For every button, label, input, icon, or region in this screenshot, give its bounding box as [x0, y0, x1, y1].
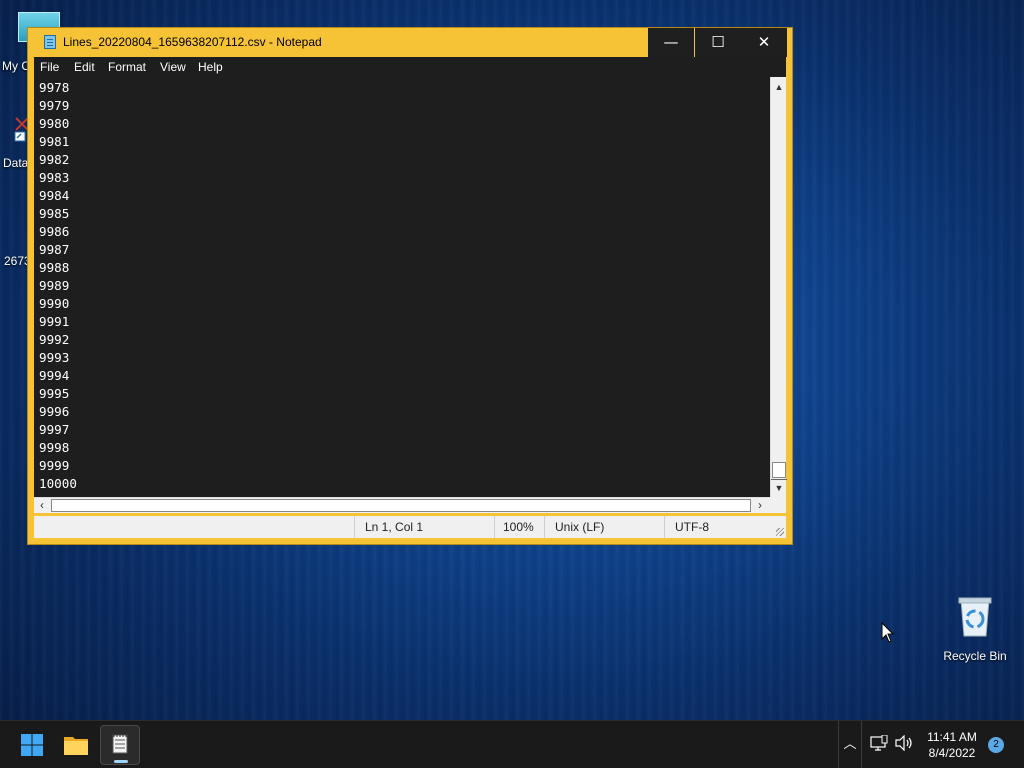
mouse-cursor-icon	[881, 622, 895, 643]
start-button[interactable]	[12, 725, 52, 765]
menu-bar: File Edit Format View Help	[34, 57, 786, 77]
text-line: 9981	[39, 134, 70, 149]
text-line: 9994	[39, 368, 70, 383]
text-line: 9988	[39, 260, 70, 275]
maximize-button[interactable]: ☐	[695, 28, 741, 57]
close-icon: ✕	[757, 33, 771, 51]
show-hidden-icons-button[interactable]: ︿	[838, 721, 862, 768]
text-line: 9997	[39, 422, 70, 437]
desktop-icon-label: Data	[3, 156, 29, 170]
menu-edit[interactable]: Edit	[74, 60, 95, 74]
status-line-ending: Unix (LF)	[544, 516, 664, 538]
text-line: 9999	[39, 458, 70, 473]
clock-date: 8/4/2022	[928, 746, 976, 760]
file-explorer-icon	[64, 737, 88, 755]
clock-time: 11:41 AM	[927, 730, 977, 744]
desktop-icon-label: Recycle Bin	[943, 649, 1007, 663]
text-content: 9978 9979 9980 9981 9982 9983 9984 9985 9986 9987…	[39, 79, 77, 493]
text-line: 10000	[39, 476, 77, 491]
text-line: 9980	[39, 116, 70, 131]
text-line: 9978	[39, 80, 70, 95]
scrollbar-corner	[770, 497, 786, 513]
status-zoom: 100%	[494, 516, 544, 538]
vertical-scrollbar[interactable]: ▲ ▼	[770, 77, 787, 497]
resize-grip-icon[interactable]	[776, 528, 784, 536]
minimize-icon: —	[663, 33, 679, 51]
desktop-icon-label: My C	[2, 59, 30, 73]
active-indicator	[114, 760, 128, 763]
text-line: 9984	[39, 188, 70, 203]
text-line: 9983	[39, 170, 70, 185]
scroll-right-icon[interactable]: ›	[752, 498, 768, 514]
horizontal-scroll-thumb[interactable]	[51, 499, 751, 512]
text-line: 9985	[39, 206, 70, 221]
network-icon[interactable]	[870, 735, 888, 751]
taskbar: ︿ 11:41 AM 8/4/2022 2	[0, 720, 1024, 768]
text-line: 9998	[39, 440, 70, 455]
horizontal-scrollbar[interactable]: ‹ ›	[34, 497, 770, 513]
title-bar[interactable]: Lines_20220804_1659638207112.csv - Notep…	[28, 28, 792, 57]
menu-help[interactable]: Help	[198, 60, 223, 74]
menu-format[interactable]: Format	[108, 60, 146, 74]
status-encoding: UTF-8	[664, 516, 764, 538]
notepad-icon	[112, 734, 128, 754]
chevron-up-icon: ︿	[843, 736, 857, 751]
notepad-app-icon[interactable]	[44, 35, 56, 49]
system-clock[interactable]: 11:41 AM 8/4/2022	[918, 729, 986, 761]
text-line: 9991	[39, 314, 70, 329]
text-line: 9979	[39, 98, 70, 113]
text-line: 9982	[39, 152, 70, 167]
notification-badge[interactable]: 2	[988, 737, 1004, 753]
close-button[interactable]: ✕	[741, 28, 787, 57]
text-line: 9996	[39, 404, 70, 419]
notepad-window: Lines_20220804_1659638207112.csv - Notep…	[27, 27, 793, 545]
menu-view[interactable]: View	[160, 60, 186, 74]
minimize-button[interactable]: —	[648, 28, 694, 57]
scroll-up-icon[interactable]: ▲	[771, 79, 787, 95]
windows-start-icon	[21, 734, 43, 756]
scroll-left-icon[interactable]: ‹	[34, 498, 50, 514]
text-line: 9986	[39, 224, 70, 239]
text-line: 9995	[39, 386, 70, 401]
text-line: 9989	[39, 278, 70, 293]
vertical-scroll-thumb[interactable]	[772, 462, 786, 478]
menu-file[interactable]: File	[40, 60, 59, 74]
notepad-taskbar-button[interactable]	[100, 725, 140, 765]
status-cursor-position: Ln 1, Col 1	[354, 516, 494, 538]
window-title: Lines_20220804_1659638207112.csv - Notep…	[63, 35, 322, 49]
maximize-icon: ☐	[711, 33, 725, 51]
scroll-down-icon[interactable]: ▼	[771, 479, 787, 495]
text-line: 9990	[39, 296, 70, 311]
text-line: 9993	[39, 350, 70, 365]
recycle-bin-icon	[958, 597, 992, 637]
text-editor[interactable]: 9978 9979 9980 9981 9982 9983 9984 9985 9986 9987…	[34, 77, 770, 497]
file-explorer-button[interactable]	[56, 725, 96, 765]
text-line: 9987	[39, 242, 70, 257]
text-line: 9992	[39, 332, 70, 347]
status-bar: Ln 1, Col 1 100% Unix (LF) UTF-8	[34, 516, 786, 538]
desktop-icon-recycle-bin[interactable]: Recycle Bin	[940, 596, 1010, 663]
volume-icon[interactable]	[894, 735, 914, 751]
